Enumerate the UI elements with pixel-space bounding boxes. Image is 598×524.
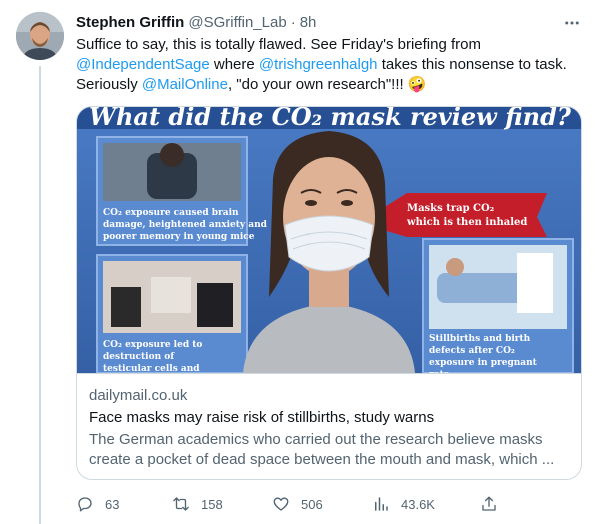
- tweet-text: Suffice to say, this is totally flawed. …: [76, 35, 576, 95]
- box3-line3: exposure in pregnant: [429, 358, 538, 368]
- retweet-icon: [173, 497, 189, 511]
- box3-line2: defects after CO₂: [429, 346, 515, 356]
- reply-button[interactable]: 63: [76, 492, 119, 516]
- views-button[interactable]: 43.6K: [372, 492, 435, 516]
- retweet-button[interactable]: 158: [172, 492, 223, 516]
- mention-trishgreenhalgh[interactable]: @trishgreenhalgh: [259, 56, 378, 73]
- reply-icon: [78, 497, 92, 512]
- user-handle[interactable]: @SGriffin_Lab: [188, 14, 286, 31]
- box3-line1: Stillbirths and birth: [429, 334, 531, 344]
- infographic-image: What did the CO₂ mask review find? CO₂ e…: [77, 107, 581, 373]
- views-count: 43.6K: [401, 496, 435, 512]
- timestamp[interactable]: 8h: [300, 14, 317, 31]
- tweet-text-part: Suffice to say, this is totally flawed. …: [76, 36, 481, 53]
- views-chart-icon: [375, 497, 388, 511]
- display-name[interactable]: Stephen Griffin: [76, 14, 184, 31]
- card-image[interactable]: What did the CO₂ mask review find? CO₂ e…: [77, 107, 581, 373]
- arrow-line1: Masks trap CO₂: [407, 203, 494, 214]
- more-horizontal-icon: [565, 21, 579, 25]
- box2-line2: destruction of: [103, 352, 175, 362]
- tweet-actions: 63 158 506 43.6K: [76, 492, 582, 516]
- tweet-text-part: where: [209, 56, 259, 73]
- share-icon: [482, 496, 496, 511]
- box1-line1: CO₂ exposure caused brain: [103, 208, 239, 218]
- header-separator: ·: [290, 14, 296, 31]
- card-domain: dailymail.co.uk: [89, 387, 188, 404]
- share-button[interactable]: [480, 492, 498, 516]
- mention-independentsage[interactable]: @IndependentSage: [76, 56, 210, 73]
- more-options-button[interactable]: [560, 12, 584, 34]
- heart-icon: [273, 497, 289, 511]
- reply-count: 63: [105, 496, 120, 512]
- thread-line: [39, 66, 41, 524]
- infographic-heading: What did the CO₂ mask review find?: [89, 107, 572, 131]
- link-card[interactable]: What did the CO₂ mask review find? CO₂ e…: [76, 106, 582, 480]
- box2-line3: testicular cells and: [103, 364, 200, 373]
- like-button[interactable]: 506: [272, 492, 323, 516]
- zany-face-emoji: 🤪: [407, 76, 427, 93]
- like-count: 506: [301, 496, 323, 512]
- tweet-text-part: , "do your own research"!!!: [227, 76, 408, 93]
- retweet-count: 158: [201, 496, 223, 512]
- mention-mailonline[interactable]: @MailOnline: [142, 76, 228, 93]
- box1-line2: damage, heightened anxiety and: [103, 220, 268, 230]
- arrow-line2: which is then inhaled: [406, 217, 527, 228]
- card-title: Face masks may raise risk of stillbirths…: [89, 409, 435, 426]
- tweet-header: Stephen Griffin @SGriffin_Lab · 8h: [76, 14, 316, 34]
- box1-line3: poorer memory in young mice: [103, 232, 255, 242]
- avatar[interactable]: [16, 12, 64, 60]
- avatar-photo: [16, 12, 64, 60]
- card-description: The German academics who carried out the…: [89, 431, 555, 468]
- card-meta: dailymail.co.uk Face masks may raise ris…: [77, 373, 581, 479]
- box2-line1: CO₂ exposure led to: [103, 340, 202, 350]
